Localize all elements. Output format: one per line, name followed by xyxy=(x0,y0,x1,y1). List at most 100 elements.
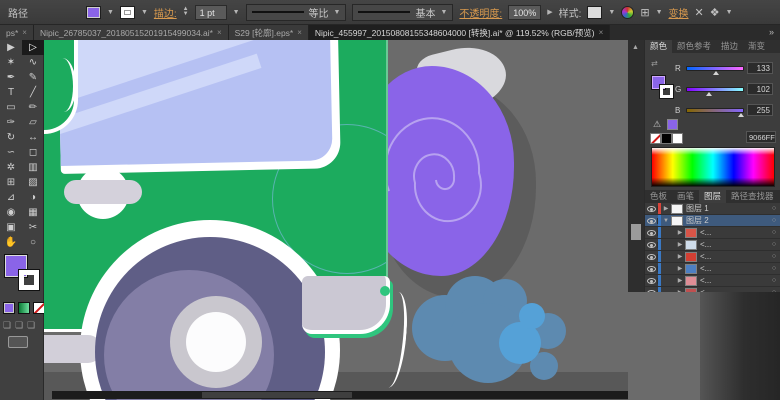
layer-name[interactable]: <... xyxy=(700,240,768,249)
swap-colors-icon[interactable]: ⇄ xyxy=(651,59,661,68)
draw-normal-icon[interactable]: ❏ xyxy=(3,320,11,331)
slider-thumb-icon[interactable] xyxy=(706,92,712,96)
blend-tool[interactable]: ◑ xyxy=(22,190,44,205)
hub-center-shape[interactable] xyxy=(186,312,246,372)
symbol-sprayer-tool[interactable]: ✲ xyxy=(0,160,22,175)
toolbar-stroke-swatch[interactable] xyxy=(19,270,39,290)
color-mode-button[interactable] xyxy=(3,302,15,314)
scale-tool[interactable]: ↔ xyxy=(22,130,44,145)
screen-mode-button[interactable] xyxy=(8,336,28,348)
tab-overflow-icon[interactable]: » xyxy=(763,25,780,40)
hex-value-field[interactable]: 9066FF xyxy=(746,131,776,143)
gradient-tool[interactable]: ▨ xyxy=(22,175,44,190)
curvature-tool[interactable]: ✎ xyxy=(22,70,44,85)
select-similar-icon[interactable]: ❖ xyxy=(710,6,720,19)
document-tab[interactable]: Nipic_455997_20150808155348604000 [转换].a… xyxy=(309,25,610,40)
pen-tool[interactable]: ✒ xyxy=(0,70,22,85)
fill-color-swatch[interactable] xyxy=(86,6,101,19)
none-swatch[interactable] xyxy=(650,133,661,144)
expand-arrow-icon[interactable]: ▶ xyxy=(675,277,685,284)
document-tab[interactable]: S29 [轮廓].eps*× xyxy=(229,25,309,40)
target-circle-icon[interactable]: ○ xyxy=(768,265,780,272)
channel-slider[interactable] xyxy=(686,108,744,113)
bumper-shape[interactable] xyxy=(44,335,102,363)
expand-arrow-icon[interactable]: ▶ xyxy=(675,241,685,248)
vertical-scrollbar-thumb[interactable] xyxy=(631,224,641,240)
stroke-weight-field[interactable]: 1 pt xyxy=(195,5,227,20)
style-swatch[interactable] xyxy=(587,6,602,19)
style-caret-icon[interactable]: ▼ xyxy=(608,9,615,16)
sublayer-row[interactable]: ▶<...○ xyxy=(645,227,780,239)
stroke-weight-stepper[interactable]: ▲▼ xyxy=(183,7,189,17)
recolor-artwork-icon[interactable] xyxy=(621,6,634,19)
document-tab[interactable]: ps*× xyxy=(0,25,34,40)
channel-value-field[interactable]: 255 xyxy=(747,104,773,116)
line-segment-tool[interactable]: ╱ xyxy=(22,85,44,100)
opacity-caret-icon[interactable]: ▶ xyxy=(547,8,552,16)
color-spectrum[interactable] xyxy=(651,147,775,187)
layer-thumbnail[interactable] xyxy=(671,216,683,226)
channel-value-field[interactable]: 102 xyxy=(747,83,773,95)
layer-thumbnail[interactable] xyxy=(671,204,683,214)
tab-close-icon[interactable]: × xyxy=(22,28,27,37)
rear-fender-shape[interactable] xyxy=(302,276,390,334)
horizontal-scrollbar[interactable] xyxy=(52,391,628,399)
sublayer-row[interactable]: ▶ <...○ xyxy=(645,275,780,287)
paintbrush-tool[interactable]: ✏ xyxy=(22,100,44,115)
layer-name[interactable]: <... xyxy=(700,276,768,285)
document-tab[interactable]: Nipic_26785037_20180515201915499034.ai*× xyxy=(34,25,229,40)
panel-tab[interactable]: 色板 xyxy=(645,190,672,203)
layer-row[interactable]: ▶图层 1○ xyxy=(645,203,780,215)
layer-name[interactable]: <... xyxy=(700,252,768,261)
panel-tab[interactable]: 渐变 xyxy=(743,40,770,53)
scroll-up-icon[interactable]: ▲ xyxy=(632,44,639,51)
vertical-scrollbar[interactable]: ▲ xyxy=(628,40,644,292)
gradient-mode-button[interactable] xyxy=(18,302,30,314)
stroke-link[interactable]: 描边: xyxy=(154,5,177,20)
draw-behind-icon[interactable]: ❏ xyxy=(15,320,23,331)
expand-arrow-icon[interactable]: ▶ xyxy=(675,253,685,260)
target-circle-icon[interactable]: ○ xyxy=(768,277,780,284)
tab-close-icon[interactable]: × xyxy=(599,28,604,37)
expand-arrow-icon[interactable]: ▶ xyxy=(675,265,685,272)
layer-name[interactable]: <... xyxy=(700,228,768,237)
slider-thumb-icon[interactable] xyxy=(713,71,719,75)
layer-thumbnail[interactable] xyxy=(685,252,697,262)
visibility-toggle[interactable] xyxy=(645,242,658,248)
pencil-tool[interactable]: ✑ xyxy=(0,115,22,130)
layer-thumbnail[interactable] xyxy=(685,276,697,286)
target-circle-icon[interactable]: ○ xyxy=(768,229,780,236)
magic-wand-tool[interactable]: ✶ xyxy=(0,55,22,70)
visibility-toggle[interactable] xyxy=(645,218,658,224)
white-swatch[interactable] xyxy=(672,133,683,144)
expand-arrow-icon[interactable]: ▼ xyxy=(661,218,671,224)
panel-tab[interactable]: 图层 xyxy=(699,190,726,203)
channel-slider[interactable] xyxy=(686,87,744,92)
panel-tab[interactable]: 描边 xyxy=(716,40,743,53)
align-caret-icon[interactable]: ▼ xyxy=(656,9,663,16)
hand-tool[interactable]: ✋ xyxy=(0,235,22,250)
transform-link[interactable]: 变换 xyxy=(669,5,689,20)
expand-arrow-icon[interactable]: ▶ xyxy=(661,205,671,212)
direct-selection-tool[interactable]: ▷ xyxy=(22,40,44,55)
lasso-tool[interactable]: ∿ xyxy=(22,55,44,70)
layer-thumbnail[interactable] xyxy=(685,228,697,238)
target-circle-icon[interactable]: ○ xyxy=(768,205,780,212)
mesh-tool[interactable]: ⊞ xyxy=(0,175,22,190)
mirror-shape[interactable] xyxy=(50,58,76,112)
slider-thumb-icon[interactable] xyxy=(738,113,744,117)
target-circle-icon[interactable]: ○ xyxy=(768,241,780,248)
stroke-color-swatch[interactable] xyxy=(120,6,135,19)
selection-tool[interactable]: ▶ xyxy=(0,40,22,55)
window-frame-shape[interactable] xyxy=(58,40,341,174)
black-swatch[interactable] xyxy=(661,133,672,144)
brush-definition-select[interactable]: 基本 ▼ xyxy=(352,4,453,21)
rotate-tool[interactable]: ↻ xyxy=(0,130,22,145)
visibility-toggle[interactable] xyxy=(645,266,658,272)
layer-name[interactable]: 图层 2 xyxy=(686,215,768,226)
fill-caret-icon[interactable]: ▼ xyxy=(107,9,114,16)
draw-inside-icon[interactable]: ❏ xyxy=(27,320,35,331)
free-transform-tool[interactable]: ◻ xyxy=(22,145,44,160)
eraser-tool[interactable]: ▱ xyxy=(22,115,44,130)
layer-thumbnail[interactable] xyxy=(685,240,697,250)
